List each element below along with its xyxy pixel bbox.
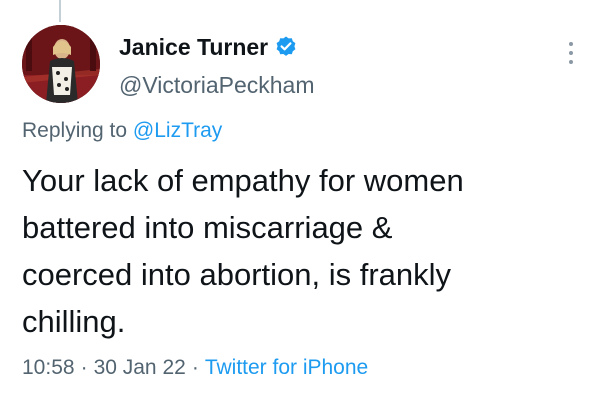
more-dot: [569, 51, 573, 55]
tweet-card: Janice Turner @VictoriaPeckham Replying …: [0, 0, 600, 401]
author-display-name[interactable]: Janice Turner: [119, 33, 268, 61]
meta-separator: ·: [191, 356, 199, 379]
reply-prefix: Replying to: [22, 119, 128, 142]
tweet-meta: 10:58 · 30 Jan 22 · Twitter for iPhone: [22, 354, 368, 382]
tweet-time[interactable]: 10:58: [22, 356, 75, 379]
author-name-row[interactable]: Janice Turner: [119, 33, 298, 61]
profile-photo-icon: [22, 25, 100, 103]
reply-context: Replying to @LizTray: [22, 117, 222, 145]
more-options-icon[interactable]: [560, 38, 582, 68]
more-dot: [569, 60, 573, 64]
more-dot: [569, 42, 573, 46]
verified-badge-icon: [274, 35, 298, 59]
thread-connector-line: [59, 0, 61, 22]
tweet-text: Your lack of empathy for women battered …: [22, 163, 464, 339]
author-handle[interactable]: @VictoriaPeckham: [119, 71, 315, 99]
tweet-date[interactable]: 30 Jan 22: [94, 356, 186, 379]
avatar[interactable]: [22, 25, 100, 103]
reply-mention-link[interactable]: @LizTray: [133, 119, 222, 142]
tweet-source-link[interactable]: Twitter for iPhone: [205, 356, 368, 379]
meta-separator: ·: [80, 356, 88, 379]
